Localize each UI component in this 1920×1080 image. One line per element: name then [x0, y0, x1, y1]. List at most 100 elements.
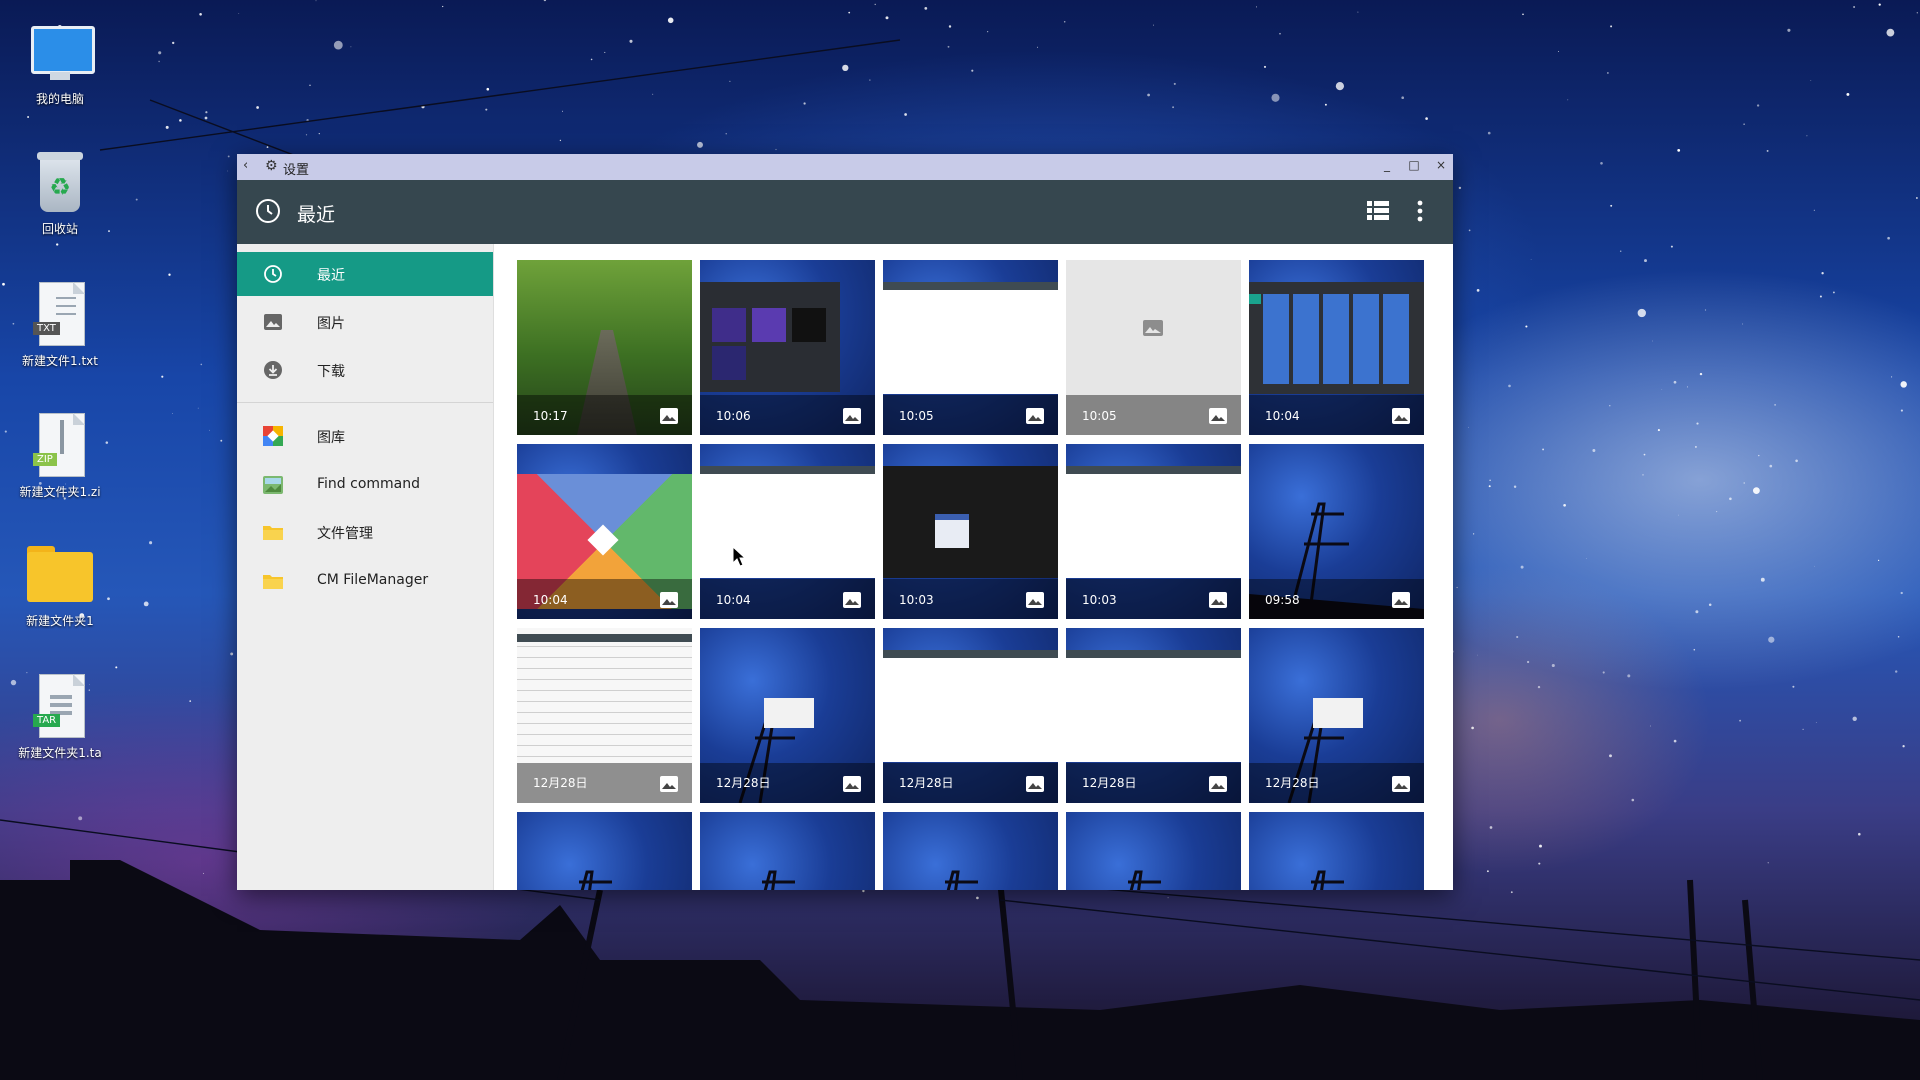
desktop-icon-txt-file[interactable]: TXT 新建文件1.txt	[10, 282, 110, 369]
thumbnail-screenshot-white-window[interactable]: 10:04	[700, 444, 875, 619]
thumbnail-starry-sky[interactable]	[1249, 812, 1424, 890]
desktop-icon-my-computer[interactable]: 我的电脑	[10, 20, 110, 107]
sidebar-item-gallery-app[interactable]: 图库	[237, 414, 493, 458]
image-icon	[660, 776, 678, 792]
thumbnail-starry-sky-dialog[interactable]: 12月28日	[1249, 628, 1424, 803]
thumbnail-colorful-logo[interactable]: 10:04	[517, 444, 692, 619]
desktop-icon-label: 新建文件夹1	[26, 614, 94, 628]
image-icon	[660, 592, 678, 608]
image-icon	[1026, 408, 1044, 424]
computer-icon	[27, 20, 95, 86]
download-icon	[264, 361, 282, 379]
sidebar-item-label: 文件管理	[317, 526, 373, 542]
thumbnail-starry-sky[interactable]	[700, 812, 875, 890]
desktop-icon-zip-file[interactable]: ZIP 新建文件夹1.zi	[10, 413, 110, 500]
image-icon	[1026, 776, 1044, 792]
thumbnail-time: 10:05	[1082, 409, 1117, 423]
thumbnail-time: 10:05	[899, 409, 934, 423]
image-icon	[1392, 408, 1410, 424]
image-icon	[660, 408, 678, 424]
image-icon	[1209, 408, 1227, 424]
thumbnail-screenshot-white-window[interactable]: 12月28日	[1066, 628, 1241, 803]
thumbnail-screenshot-white-window[interactable]: 10:05	[883, 260, 1058, 435]
recycle-bin-icon: ♻	[27, 150, 93, 216]
sidebar-item-label: 下载	[317, 364, 345, 380]
mouse-cursor	[732, 546, 746, 567]
list-view-icon[interactable]	[1367, 201, 1389, 221]
thumbnail-time: 12月28日	[1265, 776, 1320, 790]
gallery-window: ‹ ⚙ 设置 _ □ × 最近 最近 图片 下载 图库 Find command…	[237, 154, 1453, 890]
desktop-icon-label: 回收站	[41, 222, 78, 236]
clock-icon	[256, 199, 280, 223]
desktop-icon-tar-file[interactable]: TAR 新建文件夹1.ta	[10, 674, 110, 761]
maximize-button[interactable]: □	[1404, 158, 1424, 172]
thumbnail-time: 10:04	[716, 593, 751, 607]
sidebar-item-label: CM FileManager	[317, 572, 429, 588]
image-icon	[1209, 776, 1227, 792]
thumbnail-time: 09:58	[1265, 593, 1300, 607]
image-icon	[1392, 776, 1410, 792]
sidebar: 最近 图片 下载 图库 Find command 文件管理 CM FileMan…	[237, 244, 494, 890]
desktop-icon-label: 新建文件夹1.ta	[18, 746, 102, 760]
gallery-app-icon	[263, 426, 283, 446]
page-title: 最近	[297, 204, 336, 226]
sidebar-item-recent[interactable]: 最近	[237, 252, 493, 296]
desktop-icon-label: 新建文件夹1.zi	[19, 485, 101, 499]
back-arrow-icon[interactable]: ‹	[243, 158, 248, 173]
thumbnail-starry-sky[interactable]	[1066, 812, 1241, 890]
sidebar-item-cm-filemanager[interactable]: CM FileManager	[237, 559, 493, 603]
thumbnail-screenshot-dark-gallery[interactable]: 10:06	[700, 260, 875, 435]
sidebar-item-label: 图库	[317, 430, 345, 446]
desktop-icon-folder[interactable]: 新建文件夹1	[10, 542, 110, 629]
minimize-button[interactable]: _	[1377, 158, 1397, 172]
sidebar-item-images[interactable]: 图片	[237, 300, 493, 344]
thumbnail-starry-sky[interactable]	[883, 812, 1058, 890]
txt-tag: TXT	[33, 322, 60, 335]
app-toolbar: 最近	[237, 180, 1453, 244]
thumbnail-starry-sky[interactable]	[517, 812, 692, 890]
image-icon	[264, 314, 282, 330]
window-titlebar[interactable]: ‹ ⚙ 设置 _ □ ×	[237, 154, 1453, 180]
gear-icon: ⚙	[265, 158, 278, 174]
folder-icon	[263, 526, 283, 540]
thumbnail-screenshot-white-window[interactable]: 10:03	[1066, 444, 1241, 619]
folder-icon	[263, 575, 283, 589]
zip-file-icon: ZIP	[27, 413, 93, 479]
sidebar-item-label: 图片	[317, 316, 345, 332]
find-command-app-icon	[263, 476, 283, 494]
more-vert-icon[interactable]	[1417, 200, 1423, 222]
thumbnail-screenshot-white-window[interactable]: 12月28日	[883, 628, 1058, 803]
image-icon	[1026, 592, 1044, 608]
sidebar-item-file-manager[interactable]: 文件管理	[237, 510, 493, 554]
window-title: 设置	[283, 163, 310, 178]
thumbnail-time: 10:04	[533, 593, 568, 607]
close-button[interactable]: ×	[1431, 158, 1451, 172]
desktop-icon-recycle-bin[interactable]: ♻ 回收站	[10, 150, 110, 237]
thumbnail-time: 10:04	[1265, 409, 1300, 423]
sidebar-divider	[237, 402, 493, 403]
desktop-icon-label: 新建文件1.txt	[22, 354, 98, 368]
thumbnail-forest-road[interactable]: 10:17	[517, 260, 692, 435]
txt-file-icon: TXT	[27, 282, 93, 348]
thumbnail-screenshot-thumb-grid[interactable]: 10:04	[1249, 260, 1424, 435]
tar-file-icon: TAR	[27, 674, 93, 740]
thumbnail-screenshot-black-dialog[interactable]: 10:03	[883, 444, 1058, 619]
thumbnail-time: 12月28日	[533, 776, 588, 790]
sidebar-item-find-command[interactable]: Find command	[237, 463, 493, 507]
thumbnail-screenshot-list[interactable]: 12月28日	[517, 628, 692, 803]
thumbnail-time: 12月28日	[899, 776, 954, 790]
tar-tag: TAR	[33, 714, 61, 727]
sidebar-item-downloads[interactable]: 下载	[237, 348, 493, 392]
folder-icon	[27, 542, 93, 608]
thumbnail-time: 12月28日	[1082, 776, 1137, 790]
thumbnail-time: 10:06	[716, 409, 751, 423]
desktop-icon-label: 我的电脑	[35, 92, 84, 106]
zip-tag: ZIP	[33, 453, 57, 466]
sidebar-item-label: 最近	[317, 268, 345, 284]
sidebar-item-label: Find command	[317, 476, 421, 492]
thumbnail-starry-sky[interactable]: 09:58	[1249, 444, 1424, 619]
thumbnail-starry-sky-dialog[interactable]: 12月28日	[700, 628, 875, 803]
thumbnail-placeholder[interactable]: 10:05	[1066, 260, 1241, 435]
thumbnail-time: 10:17	[533, 409, 568, 423]
thumbnail-time: 10:03	[1082, 593, 1117, 607]
